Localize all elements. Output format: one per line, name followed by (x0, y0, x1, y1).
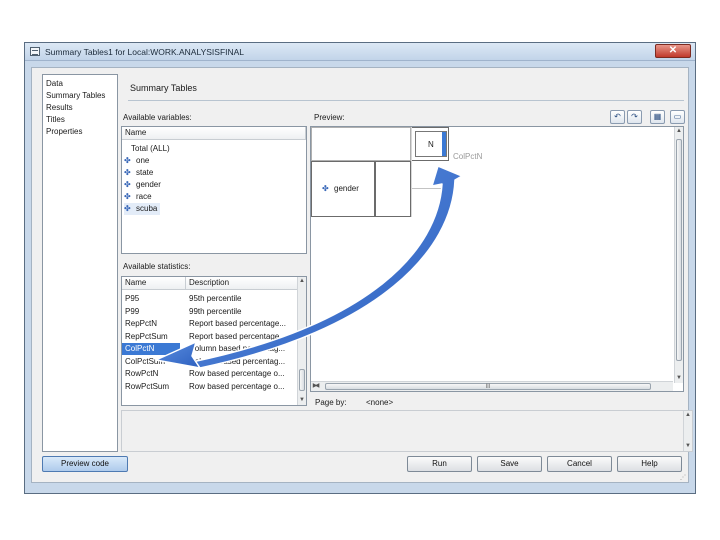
scroll-up-arrow[interactable]: ▲ (684, 411, 692, 420)
variable-icon: ✤ (124, 179, 131, 189)
statistic-row[interactable]: RowPctSum Row based percentage o... (122, 381, 298, 393)
statistic-name: P99 (125, 306, 140, 316)
variable-scuba[interactable]: ✤ scuba (124, 203, 161, 215)
scroll-right-arrow[interactable]: ▶ (311, 382, 319, 391)
variable-race[interactable]: ✤ race (124, 191, 155, 203)
statistic-description: Column based percentag... (189, 344, 286, 353)
nav-item-results[interactable]: Results (46, 102, 114, 114)
scroll-up-arrow[interactable]: ▲ (675, 127, 683, 136)
nav-item-properties[interactable]: Properties (46, 126, 114, 138)
summary-tables-window: Summary Tables1 for Local:WORK.ANALYSISF… (24, 42, 696, 494)
statistic-description: Row based percentage o... (189, 381, 285, 391)
section-title: Summary Tables (130, 83, 197, 93)
scroll-down-arrow[interactable]: ▼ (298, 396, 306, 405)
statistic-row[interactable]: RepPctN Report based percentage... (122, 318, 298, 330)
scroll-thumb[interactable]: III (325, 383, 651, 390)
statistics-scrollbar[interactable]: ▲ ▼ (297, 277, 306, 405)
statistic-row[interactable]: RepPctSum Report based percentage... (122, 331, 298, 343)
scroll-thumb[interactable] (676, 139, 682, 361)
statistic-name: ColPctSum (125, 356, 166, 366)
resize-grip[interactable]: ⋰ (680, 474, 686, 481)
scroll-up-arrow[interactable]: ▲ (298, 277, 306, 286)
statistic-description: Row based percentage o... (189, 369, 285, 378)
drop-indicator (442, 132, 446, 156)
statistic-name: RepPctN (125, 319, 158, 328)
preview-n-cell[interactable]: N (415, 131, 447, 157)
statistic-name: RowPctN (125, 369, 159, 378)
statistic-description: Report based percentage... (189, 319, 286, 328)
statistic-name: RowPctSum (125, 381, 170, 391)
variable-icon: ✤ (124, 191, 131, 201)
preview-vertical-scrollbar[interactable]: ▲ ▼ (674, 127, 683, 383)
variable-state[interactable]: ✤ state (124, 167, 156, 179)
statistic-name: P95 (125, 294, 140, 303)
preview-divider (411, 127, 412, 217)
preview-connector (411, 188, 447, 189)
variables-list[interactable]: Name Total (ALL) ✤ one ✤ state ✤ gender ✤ ra… (121, 126, 307, 254)
help-button[interactable]: Help (617, 456, 682, 472)
variables-name-header[interactable]: Name (122, 127, 306, 140)
dialog-body: Data Summary Tables Results Titles Prope… (31, 67, 693, 483)
preview-row-box[interactable] (375, 161, 411, 217)
navigation-pane: Data Summary Tables Results Titles Prope… (42, 74, 118, 452)
statistic-description: 95th percentile (189, 294, 242, 303)
description-panel: ▲ ▼ (121, 410, 693, 452)
nav-item-data[interactable]: Data (46, 78, 114, 90)
statistic-name: RepPctSum (125, 331, 168, 341)
description-scrollbar[interactable]: ▲ ▼ (683, 411, 692, 451)
preview-label: Preview: (314, 113, 345, 122)
scroll-down-arrow[interactable]: ▼ (684, 442, 692, 451)
nav-item-summary-tables[interactable]: Summary Tables (46, 90, 114, 102)
redo-icon[interactable]: ↷ (627, 110, 642, 124)
window-title: Summary Tables1 for Local:WORK.ANALYSISF… (45, 47, 245, 57)
statistics-list[interactable]: Name Description P95 95th percentile P99 99… (121, 276, 307, 406)
variable-one[interactable]: ✤ one (124, 155, 152, 167)
variable-icon: ✤ (124, 167, 131, 177)
scroll-down-arrow[interactable]: ▼ (675, 374, 683, 383)
page-by-label: Page by: (315, 398, 347, 407)
available-variables-label: Available variables: (123, 113, 192, 122)
close-button[interactable]: ✕ (655, 44, 691, 58)
maximize-preview-icon[interactable]: ▭ (670, 110, 685, 124)
variable-gender[interactable]: ✤ gender (124, 179, 164, 191)
undo-icon[interactable]: ↶ (610, 110, 625, 124)
preview-corner-cell (311, 127, 411, 161)
statistic-row[interactable]: P99 99th percentile (122, 306, 298, 318)
statistics-description-header[interactable]: Description (186, 277, 298, 290)
run-button[interactable]: Run (407, 456, 472, 472)
title-bar[interactable]: Summary Tables1 for Local:WORK.ANALYSISF… (25, 43, 695, 61)
variable-icon: ✤ (124, 155, 131, 165)
variable-icon: ✤ (322, 183, 329, 193)
statistic-description: Report based percentage... (189, 331, 286, 341)
cancel-button[interactable]: Cancel (547, 456, 612, 472)
preview-colpct-label: ColPctN (453, 152, 483, 161)
statistic-name: ColPctN (125, 344, 155, 353)
nav-item-titles[interactable]: Titles (46, 114, 114, 126)
preview-horizontal-scrollbar[interactable]: ◀ III ▶ (311, 381, 673, 391)
preview-row-area[interactable]: ✤ gender (311, 161, 375, 217)
preview-code-button[interactable]: Preview code (42, 456, 128, 472)
variable-icon: ✤ (124, 203, 131, 213)
preview-pane: N ColPctN ✤ gender ▲ ▼ ◀ III ▶ (310, 126, 684, 392)
available-statistics-label: Available statistics: (123, 262, 191, 271)
statistic-description: Column based percentag... (189, 356, 286, 366)
statistic-row[interactable]: P95 95th percentile (122, 293, 298, 305)
app-icon (30, 47, 40, 56)
statistic-row[interactable]: RowPctN Row based percentage o... (122, 368, 298, 380)
statistics-name-header[interactable]: Name (122, 277, 186, 290)
statistic-row[interactable]: ColPctSum Column based percentag... (122, 356, 298, 368)
scroll-thumb[interactable] (299, 369, 305, 391)
section-divider (128, 100, 684, 101)
statistic-description: 99th percentile (189, 306, 242, 316)
statistic-row[interactable]: ColPctN Column based percentag... (122, 343, 285, 355)
preview-toolbar: ↶ ↷ ▦ ▭ (610, 110, 690, 126)
variable-total[interactable]: Total (ALL) (131, 143, 173, 155)
page-by-value: <none> (366, 398, 394, 407)
save-button[interactable]: Save (477, 456, 542, 472)
table-properties-icon[interactable]: ▦ (650, 110, 665, 124)
